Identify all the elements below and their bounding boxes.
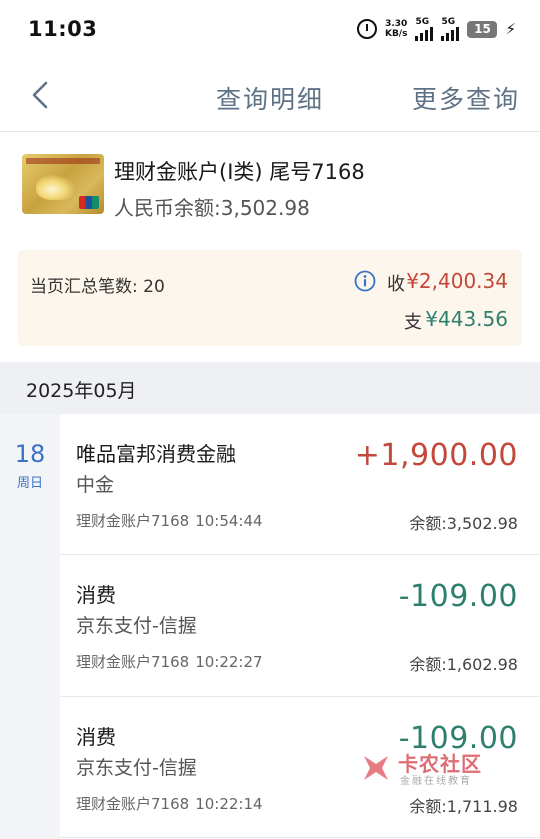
account-balance: 人民币余额:3,502.98 (114, 196, 310, 220)
transaction-meta: 理财金账户7168 10:22:14 (76, 793, 263, 814)
battery-level: 15 (474, 22, 491, 36)
info-icon[interactable] (354, 270, 376, 292)
transaction-meta: 理财金账户7168 10:54:44 (76, 510, 263, 531)
transaction-account: 理财金账户7168 (76, 653, 190, 671)
transaction-time: 10:54:44 (195, 512, 263, 530)
account-name: 理财金账户(Ⅰ类) 尾号7168 (114, 160, 365, 184)
month-header: 2025年05月 (0, 362, 540, 414)
sim1-label: 5G (415, 17, 430, 27)
status-bar: 11:03 3.30 KB/s 5G 5G 15 ⚡ (0, 0, 540, 58)
nav-bar: 查询明细 更多查询 (0, 58, 540, 132)
transaction-balance: 余额:3,502.98 (409, 514, 518, 533)
transaction-row[interactable]: 唯品富邦消费金融 中金 理财金账户7168 10:54:44 +1,900.00 … (60, 414, 540, 555)
network-speed: 3.30 KB/s (385, 19, 407, 39)
income-label: 收 (387, 274, 405, 295)
transaction-balance: 余额:1,711.98 (409, 797, 518, 816)
transaction-amount: -109.00 (398, 579, 518, 614)
transaction-time: 10:22:14 (195, 795, 263, 813)
signal-icon-2: 5G (441, 17, 460, 41)
bank-logo-strip (26, 158, 100, 164)
card-graphic (36, 174, 76, 200)
transaction-row[interactable]: 消费 京东支付-信握 理财金账户7168 10:22:27 -109.00 余额:… (60, 555, 540, 697)
transaction-amount: +1,900.00 (354, 438, 518, 473)
income-total: ¥2,400.34 (406, 269, 508, 293)
expense-total: ¥443.56 (425, 307, 508, 331)
sim2-label: 5G (441, 17, 456, 27)
battery-icon: 15 (467, 20, 498, 38)
transaction-time: 10:22:27 (195, 653, 263, 671)
month-label: 2025年05月 (26, 380, 137, 402)
status-icons: 3.30 KB/s 5G 5G 15 ⚡ (356, 17, 516, 41)
bank-card-image (22, 154, 104, 214)
more-query-button[interactable]: 更多查询 (412, 80, 520, 116)
account-card[interactable]: 理财金账户(Ⅰ类) 尾号7168 人民币余额:3,502.98 (22, 150, 522, 220)
transaction-account: 理财金账户7168 (76, 512, 190, 530)
transaction-title: 消费 (76, 583, 116, 607)
unionpay-logo-icon (79, 196, 99, 209)
charging-bolt-icon: ⚡ (505, 20, 516, 38)
transaction-counterparty: 中金 (76, 474, 115, 496)
transaction-counterparty: 京东支付-信握 (76, 757, 197, 779)
network-speed-value: 3.30 (385, 19, 408, 29)
watermark-logo-icon (364, 756, 388, 780)
summary-count: 当页汇总笔数: 20 (30, 277, 165, 297)
alarm-icon (356, 19, 377, 39)
transaction-title: 唯品富邦消费金融 (76, 442, 236, 466)
transaction-title: 消费 (76, 725, 116, 749)
weekday-label: 周日 (16, 476, 43, 491)
watermark: 卡农社区 金融在线教育 (358, 748, 498, 788)
transaction-account: 理财金账户7168 (76, 795, 190, 813)
status-time: 11:03 (28, 17, 98, 41)
date-column: 18 周日 (0, 414, 60, 839)
signal-icon: 5G (415, 17, 434, 41)
page-summary: 当页汇总笔数: 20 收 ¥2,400.34 支 ¥443.56 (18, 250, 522, 346)
transaction-meta: 理财金账户7168 10:22:27 (76, 651, 263, 672)
network-speed-unit: KB/s (384, 29, 408, 39)
transaction-counterparty: 京东支付-信握 (76, 615, 197, 637)
day-number: 18 (14, 440, 46, 468)
transaction-balance: 余额:1,602.98 (409, 655, 518, 674)
expense-label: 支 (404, 312, 422, 333)
watermark-subtitle: 金融在线教育 (400, 776, 472, 787)
